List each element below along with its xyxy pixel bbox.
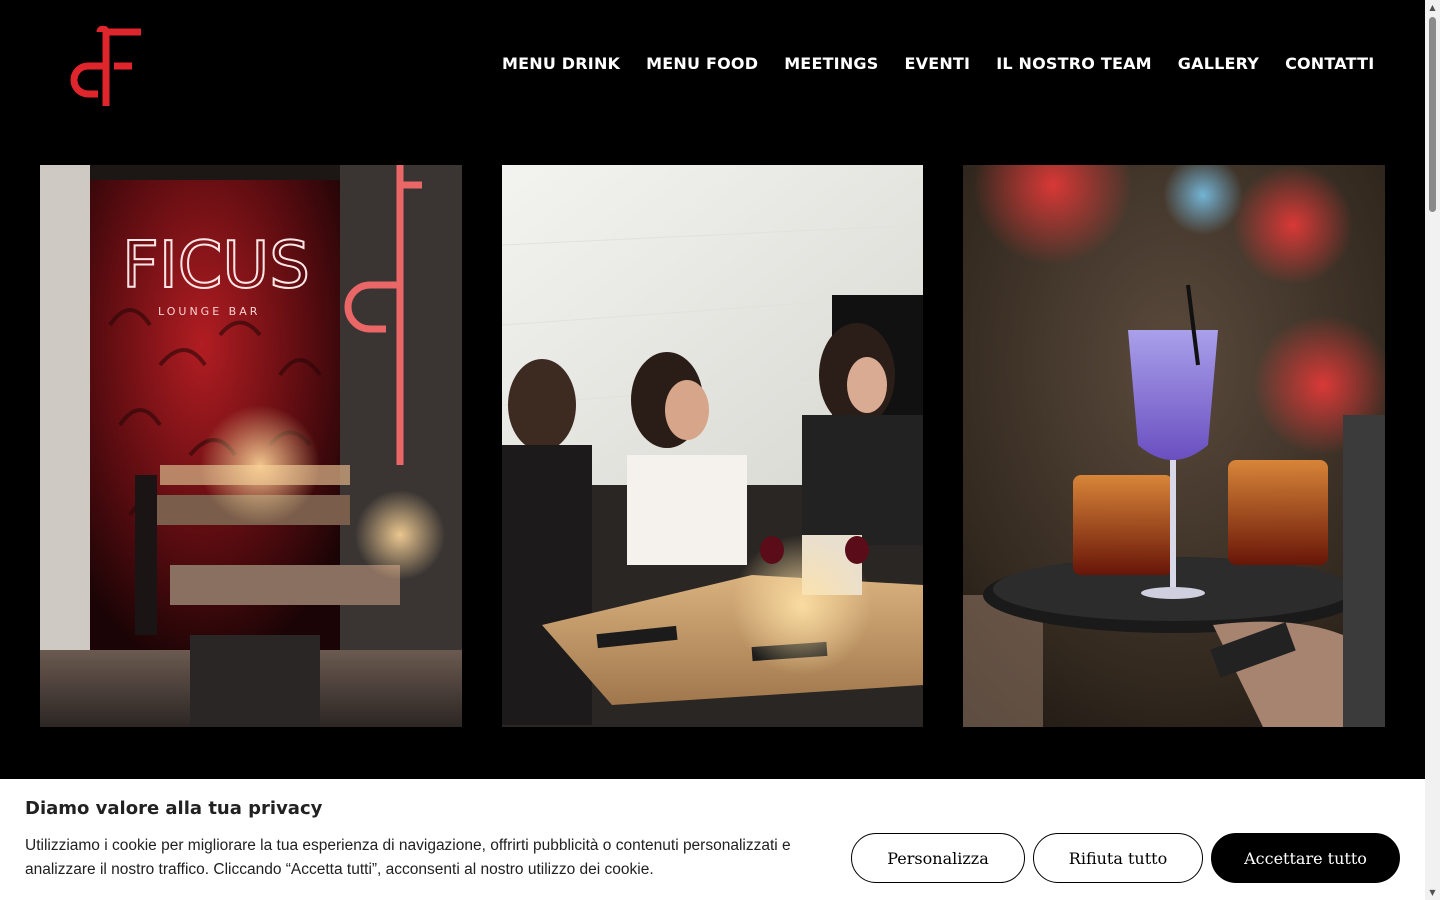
nav-menu-food[interactable]: MENU FOOD: [646, 52, 758, 76]
cookie-title: Diamo valore alla tua privacy: [25, 798, 323, 819]
ficus-logo-icon[interactable]: [70, 25, 142, 108]
nav-meetings[interactable]: MEETINGS: [784, 52, 878, 76]
scroll-up-arrow-icon[interactable]: ▲: [1425, 0, 1440, 15]
gallery-photo-guests[interactable]: [502, 165, 923, 727]
neon-sign-subtext: LOUNGE BAR: [158, 305, 260, 318]
customize-cookies-button[interactable]: Personalizza: [851, 833, 1025, 883]
page-scrollbar[interactable]: ▲ ▼: [1425, 0, 1440, 900]
scroll-down-arrow-icon[interactable]: ▼: [1425, 885, 1440, 900]
cookie-consent-banner: Diamo valore alla tua privacy Utilizziam…: [0, 779, 1425, 900]
guests-image: [502, 165, 923, 727]
reject-all-button[interactable]: Rifiuta tutto: [1033, 833, 1203, 883]
main-nav: MENU DRINK MENU FOOD MEETINGS EVENTI IL …: [502, 52, 1374, 76]
cocktails-image: [963, 165, 1385, 727]
nav-il-nostro-team[interactable]: IL NOSTRO TEAM: [996, 52, 1152, 76]
nav-eventi[interactable]: EVENTI: [904, 52, 970, 76]
nav-gallery[interactable]: GALLERY: [1178, 52, 1259, 76]
page: MENU DRINK MENU FOOD MEETINGS EVENTI IL …: [0, 0, 1425, 900]
scrollbar-thumb[interactable]: [1429, 17, 1436, 212]
logo-monogram: [70, 25, 141, 106]
gallery-photo-cocktails[interactable]: [963, 165, 1385, 727]
neon-sign-text: FICUS: [122, 229, 310, 303]
nav-menu-drink[interactable]: MENU DRINK: [502, 52, 620, 76]
cookie-description: Utilizziamo i cookie per migliorare la t…: [25, 837, 791, 878]
nav-contatti[interactable]: CONTATTI: [1285, 52, 1374, 76]
interior-image: FICUS LOUNGE BAR: [40, 165, 462, 727]
accept-all-button[interactable]: Accettare tutto: [1211, 833, 1400, 883]
gallery-photo-interior[interactable]: FICUS LOUNGE BAR: [40, 165, 462, 727]
